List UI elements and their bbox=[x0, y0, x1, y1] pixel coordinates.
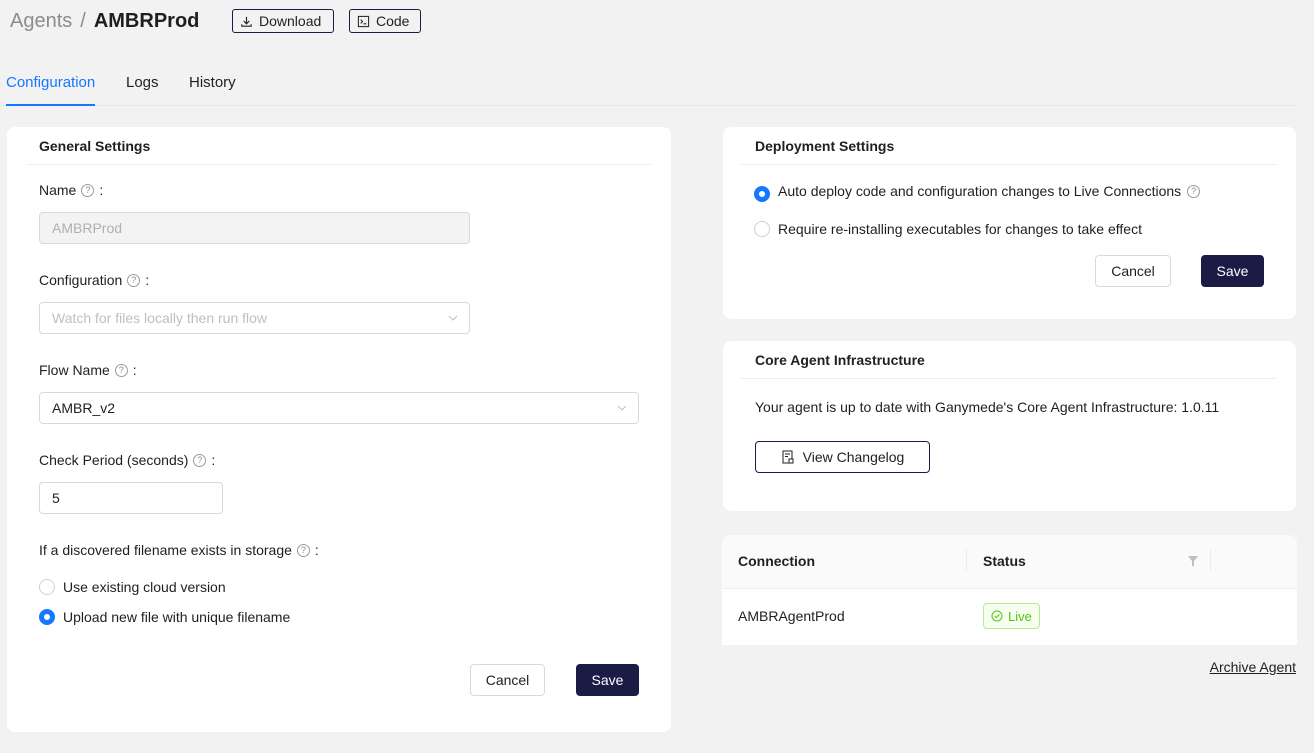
flow-name-label: Flow Name ? : bbox=[39, 362, 137, 378]
filename-exists-label: If a discovered filename exists in stora… bbox=[39, 542, 319, 558]
check-circle-icon bbox=[991, 610, 1003, 622]
configuration-label: Configuration ? : bbox=[39, 272, 149, 288]
breadcrumb: Agents / AMBRProd bbox=[10, 6, 199, 36]
radio-label: Require re-installing executables for ch… bbox=[778, 221, 1142, 237]
help-icon[interactable]: ? bbox=[127, 273, 141, 287]
filename-exists-label-text: If a discovered filename exists in stora… bbox=[39, 542, 292, 558]
tab-logs[interactable]: Logs bbox=[126, 74, 159, 106]
check-period-label: Check Period (seconds) ? : bbox=[39, 452, 215, 468]
label-colon: : bbox=[99, 182, 104, 198]
radio-label: Auto deploy code and configuration chang… bbox=[778, 183, 1182, 199]
label-colon: : bbox=[132, 362, 137, 378]
status-badge: Live bbox=[983, 603, 1040, 629]
core-infrastructure-title: Core Agent Infrastructure bbox=[755, 352, 925, 368]
terminal-icon bbox=[357, 15, 370, 27]
tab-configuration[interactable]: Configuration bbox=[6, 74, 96, 106]
radio-require-reinstall[interactable]: Require re-installing executables for ch… bbox=[754, 221, 1142, 237]
view-changelog-label: View Changelog bbox=[802, 449, 905, 465]
divider bbox=[741, 164, 1276, 165]
cancel-button[interactable]: Cancel bbox=[470, 664, 545, 696]
label-colon: : bbox=[145, 272, 150, 288]
radio-label: Use existing cloud version bbox=[63, 579, 226, 595]
general-settings-card: General Settings Name ? : AMBRProd Confi… bbox=[7, 127, 671, 732]
chevron-down-icon bbox=[448, 315, 458, 321]
radio-button[interactable] bbox=[39, 579, 55, 595]
check-period-input[interactable]: 5 bbox=[39, 482, 223, 514]
configuration-label-text: Configuration bbox=[39, 272, 123, 288]
radio-use-existing[interactable]: Use existing cloud version bbox=[39, 579, 226, 595]
divider bbox=[741, 378, 1276, 379]
name-input[interactable]: AMBRProd bbox=[39, 212, 470, 244]
radio-upload-new[interactable]: Upload new file with unique filename bbox=[39, 609, 290, 625]
column-separator bbox=[1210, 549, 1211, 571]
column-header-connection[interactable]: Connection bbox=[738, 553, 815, 569]
radio-button-checked[interactable] bbox=[39, 609, 55, 625]
configuration-select[interactable]: Watch for files locally then run flow bbox=[39, 302, 470, 334]
infrastructure-message: Your agent is up to date with Ganymede's… bbox=[755, 399, 1220, 415]
flow-name-value: AMBR_v2 bbox=[52, 400, 116, 416]
help-icon[interactable]: ? bbox=[193, 453, 207, 467]
table-header: Connection Status bbox=[722, 535, 1297, 589]
deployment-cancel-button[interactable]: Cancel bbox=[1095, 255, 1171, 287]
flow-name-select[interactable]: AMBR_v2 bbox=[39, 392, 639, 424]
archive-agent-link[interactable]: Archive Agent bbox=[1210, 659, 1296, 675]
tab-bar: Configuration Logs History bbox=[0, 62, 1296, 106]
filter-icon[interactable] bbox=[1187, 555, 1199, 567]
breadcrumb-agents-link[interactable]: Agents bbox=[10, 10, 72, 33]
help-icon[interactable]: ? bbox=[296, 543, 310, 557]
general-settings-title: General Settings bbox=[39, 138, 151, 154]
tab-history[interactable]: History bbox=[189, 74, 236, 106]
document-icon bbox=[782, 450, 794, 464]
label-colon: : bbox=[211, 452, 216, 468]
radio-button[interactable] bbox=[754, 221, 770, 237]
code-button[interactable]: Code bbox=[349, 9, 421, 33]
breadcrumb-separator: / bbox=[80, 9, 86, 32]
deployment-settings-title: Deployment Settings bbox=[755, 138, 895, 154]
page-title: AMBRProd bbox=[93, 9, 200, 32]
download-label: Download bbox=[259, 13, 322, 29]
save-button[interactable]: Save bbox=[576, 664, 639, 696]
code-label: Code bbox=[376, 13, 410, 29]
download-icon bbox=[241, 16, 252, 27]
help-icon[interactable]: ? bbox=[81, 183, 95, 197]
deployment-save-button[interactable]: Save bbox=[1201, 255, 1264, 287]
radio-button-checked[interactable] bbox=[754, 186, 770, 202]
help-icon[interactable]: ? bbox=[1187, 184, 1201, 198]
column-header-status[interactable]: Status bbox=[983, 553, 1026, 569]
status-text: Live bbox=[1008, 608, 1032, 624]
divider bbox=[27, 164, 651, 165]
deployment-settings-card: Deployment Settings Auto deploy code and… bbox=[723, 127, 1296, 319]
core-infrastructure-card: Core Agent Infrastructure Your agent is … bbox=[723, 341, 1296, 511]
configuration-placeholder: Watch for files locally then run flow bbox=[52, 310, 268, 326]
radio-auto-deploy[interactable]: Auto deploy code and configuration chang… bbox=[754, 180, 1201, 202]
column-separator bbox=[966, 549, 967, 571]
connections-table: Connection Status AMBRAgentProd Live bbox=[722, 535, 1297, 645]
name-label: Name ? : bbox=[39, 182, 103, 198]
label-colon: : bbox=[314, 542, 319, 558]
download-button[interactable]: Download bbox=[232, 9, 334, 33]
check-period-label-text: Check Period (seconds) bbox=[39, 452, 189, 468]
connection-name: AMBRAgentProd bbox=[738, 608, 845, 624]
radio-label: Upload new file with unique filename bbox=[63, 609, 291, 625]
table-row[interactable]: AMBRAgentProd Live bbox=[722, 589, 1297, 645]
name-label-text: Name bbox=[39, 182, 77, 198]
chevron-down-icon bbox=[617, 405, 627, 411]
help-icon[interactable]: ? bbox=[114, 363, 128, 377]
flow-name-label-text: Flow Name bbox=[39, 362, 110, 378]
view-changelog-button[interactable]: View Changelog bbox=[755, 441, 930, 473]
